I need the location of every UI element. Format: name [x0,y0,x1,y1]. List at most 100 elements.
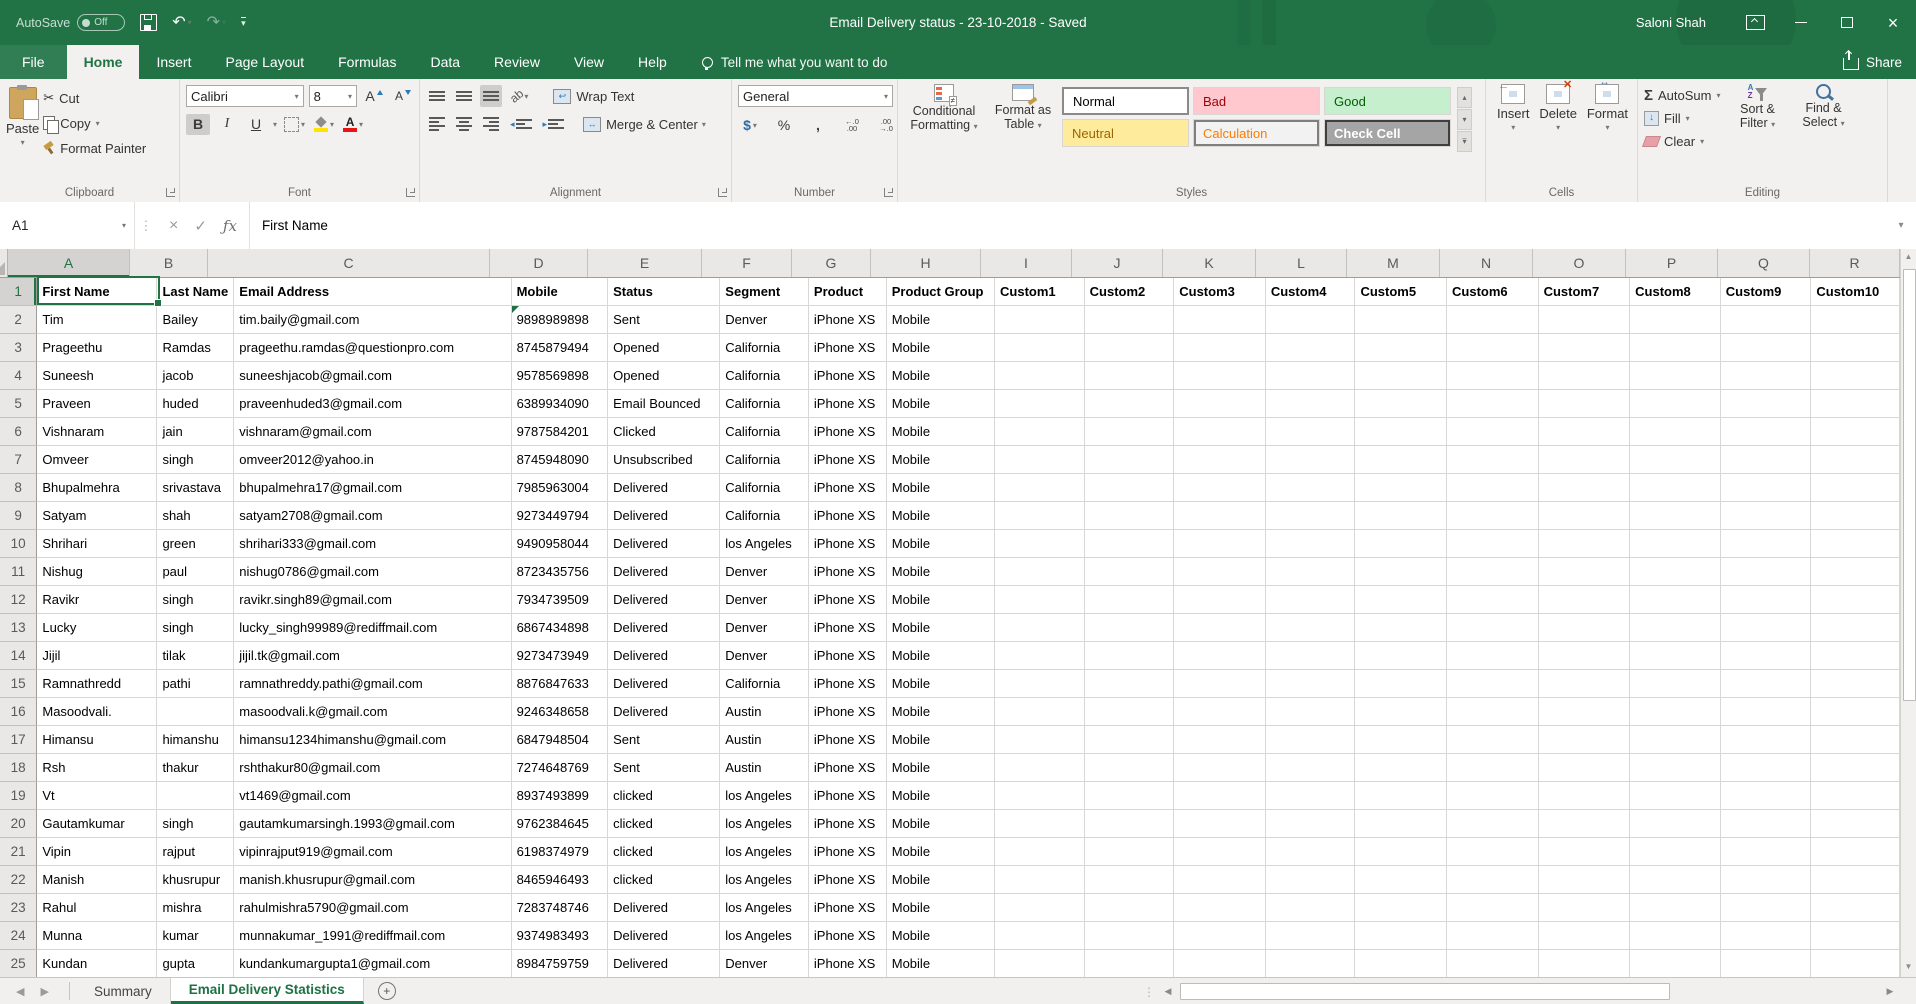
row-header-23[interactable]: 23 [0,894,37,922]
cell-M1[interactable]: Custom5 [1355,278,1447,306]
cell-B15[interactable]: pathi [157,670,234,698]
cell-K24[interactable] [1174,922,1266,950]
cell-H21[interactable]: Mobile [887,838,995,866]
delete-cells-button[interactable]: ✕ Delete ▾ [1539,84,1577,182]
cell-G12[interactable]: iPhone XS [809,586,887,614]
cell-R5[interactable] [1811,390,1900,418]
cell-B19[interactable] [157,782,234,810]
decrease-decimal-button[interactable]: .00→.0 [874,115,898,136]
column-header-G[interactable]: G [792,249,871,277]
column-header-H[interactable]: H [871,249,981,277]
ribbon-tab-formulas[interactable]: Formulas [321,45,413,79]
cell-J7[interactable] [1085,446,1175,474]
cell-E15[interactable]: Delivered [608,670,720,698]
cell-P4[interactable] [1630,362,1721,390]
cell-L2[interactable] [1266,306,1356,334]
insert-function-icon[interactable]: ƒx [223,217,237,235]
cell-J25[interactable] [1085,950,1175,977]
cell-G14[interactable]: iPhone XS [809,642,887,670]
scroll-down-icon[interactable]: ▼ [1901,962,1916,971]
row-header-8[interactable]: 8 [0,474,37,502]
cell-Q14[interactable] [1721,642,1812,670]
cell-A2[interactable]: Tim [37,306,157,334]
cell-N13[interactable] [1447,614,1539,642]
cell-E24[interactable]: Delivered [608,922,720,950]
cell-M23[interactable] [1355,894,1447,922]
align-right-button[interactable] [480,113,502,135]
cell-P24[interactable] [1630,922,1721,950]
column-header-K[interactable]: K [1163,249,1256,277]
cell-J20[interactable] [1085,810,1175,838]
column-header-F[interactable]: F [702,249,792,277]
cell-J24[interactable] [1085,922,1175,950]
merge-center-button[interactable]: ↔Merge & Center▾ [580,113,709,135]
cell-L8[interactable] [1266,474,1356,502]
wrap-text-button[interactable]: ↩Wrap Text [550,85,637,107]
cell-R17[interactable] [1811,726,1900,754]
cell-style-neutral[interactable]: Neutral [1062,119,1189,147]
cell-N4[interactable] [1447,362,1539,390]
cell-F20[interactable]: los Angeles [720,810,809,838]
cell-O22[interactable] [1539,866,1631,894]
cell-F6[interactable]: California [720,418,809,446]
ribbon-tab-page-layout[interactable]: Page Layout [208,45,321,79]
cell-F8[interactable]: California [720,474,809,502]
cell-Q2[interactable] [1721,306,1812,334]
row-header-13[interactable]: 13 [0,614,37,642]
cell-O19[interactable] [1539,782,1631,810]
conditional-formatting-button[interactable]: ConditionalFormatting ▾ [904,84,984,182]
format-painter-button[interactable]: Format Painter [43,136,146,160]
scroll-left-icon[interactable]: ◀ [1160,986,1176,997]
cell-J9[interactable] [1085,502,1175,530]
cell-D11[interactable]: 8723435756 [512,558,609,586]
row-header-19[interactable]: 19 [0,782,37,810]
cell-J15[interactable] [1085,670,1175,698]
align-left-button[interactable] [426,113,448,135]
cell-L10[interactable] [1266,530,1356,558]
cell-A13[interactable]: Lucky [37,614,157,642]
cell-D19[interactable]: 8937493899 [512,782,609,810]
cell-I4[interactable] [995,362,1085,390]
cell-C8[interactable]: bhupalmehra17@gmail.com [234,474,511,502]
cell-L17[interactable] [1266,726,1356,754]
cell-K22[interactable] [1174,866,1266,894]
cell-Q9[interactable] [1721,502,1812,530]
cell-H10[interactable]: Mobile [887,530,995,558]
cell-C15[interactable]: ramnathreddy.pathi@gmail.com [234,670,511,698]
row-header-17[interactable]: 17 [0,726,37,754]
column-header-P[interactable]: P [1626,249,1718,277]
cell-K8[interactable] [1174,474,1266,502]
cell-B22[interactable]: khusrupur [157,866,234,894]
cell-O2[interactable] [1539,306,1631,334]
cell-N20[interactable] [1447,810,1539,838]
cell-P25[interactable] [1630,950,1721,977]
cell-B11[interactable]: paul [157,558,234,586]
cell-G23[interactable]: iPhone XS [809,894,887,922]
cell-I19[interactable] [995,782,1085,810]
cell-N12[interactable] [1447,586,1539,614]
cell-J14[interactable] [1085,642,1175,670]
cell-R13[interactable] [1811,614,1900,642]
cell-K25[interactable] [1174,950,1266,977]
cell-G21[interactable]: iPhone XS [809,838,887,866]
horizontal-scrollbar-thumb[interactable] [1180,983,1670,1000]
cell-P5[interactable] [1630,390,1721,418]
cell-P7[interactable] [1630,446,1721,474]
cell-R4[interactable] [1811,362,1900,390]
cell-I6[interactable] [995,418,1085,446]
cell-L15[interactable] [1266,670,1356,698]
cell-P3[interactable] [1630,334,1721,362]
cell-E21[interactable]: clicked [608,838,720,866]
cell-D22[interactable]: 8465946493 [512,866,609,894]
cell-I14[interactable] [995,642,1085,670]
cell-N9[interactable] [1447,502,1539,530]
cell-D24[interactable]: 9374983493 [512,922,609,950]
cell-O14[interactable] [1539,642,1631,670]
cell-P19[interactable] [1630,782,1721,810]
cell-P16[interactable] [1630,698,1721,726]
cell-J23[interactable] [1085,894,1175,922]
accounting-format-button[interactable]: $▾ [738,115,762,136]
row-header-21[interactable]: 21 [0,838,37,866]
cell-O17[interactable] [1539,726,1631,754]
italic-button[interactable]: I [215,114,239,135]
